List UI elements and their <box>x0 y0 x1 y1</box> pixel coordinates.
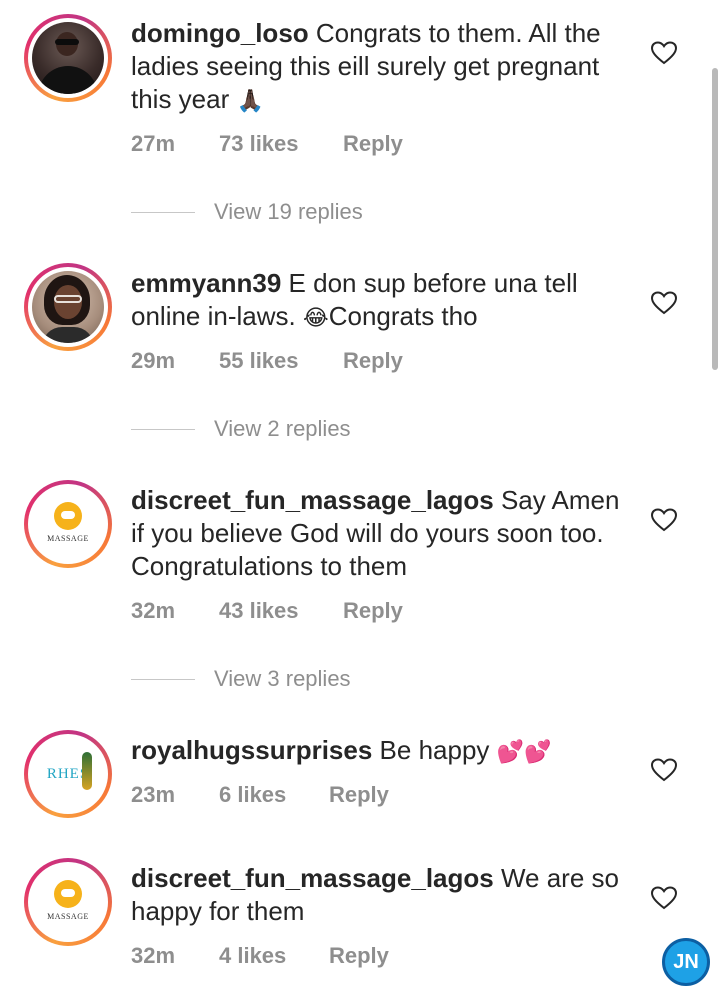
view-replies-button[interactable]: View 3 replies <box>131 666 351 692</box>
avatar[interactable] <box>24 14 112 102</box>
reply-button[interactable]: Reply <box>343 131 403 157</box>
comment-time: 29m <box>131 348 176 373</box>
comment-username[interactable]: royalhugssurprises <box>131 735 372 765</box>
comment-time: 32m <box>131 943 176 968</box>
praying-hands-emoji: 🙏🏿 <box>236 89 264 114</box>
comment-text: emmyann39 E don sup before una tell onli… <box>131 267 611 335</box>
avatar-caption: MASSAGE <box>47 911 89 921</box>
avatar[interactable] <box>24 263 112 351</box>
comment-username[interactable]: discreet_fun_massage_lagos <box>131 485 494 515</box>
comment-time: 27m <box>131 131 176 156</box>
comment-meta: 29m 55 likes Reply <box>131 348 403 374</box>
reply-button[interactable]: Reply <box>343 348 403 374</box>
two-hearts-emoji: 💕💕 <box>496 740 552 765</box>
comment-body: Be happy <box>379 735 490 765</box>
comment-meta: 27m 73 likes Reply <box>131 131 403 157</box>
massage-logo-icon <box>54 879 82 908</box>
comment-likes[interactable]: 73 likes <box>219 131 343 157</box>
comment-meta: 23m 6 likes Reply <box>131 782 389 808</box>
comment-meta: 32m 4 likes Reply <box>131 943 389 969</box>
divider <box>131 211 195 213</box>
like-heart-icon[interactable] <box>651 508 677 532</box>
comment-likes[interactable]: 6 likes <box>219 782 329 808</box>
view-replies-label: View 2 replies <box>214 416 351 441</box>
comments-screen: domingo_loso Congrats to them. All the l… <box>0 0 720 995</box>
comment-likes[interactable]: 43 likes <box>219 598 343 624</box>
massage-logo-icon <box>54 501 82 530</box>
view-replies-label: View 19 replies <box>214 199 363 224</box>
comment-meta: 32m 43 likes Reply <box>131 598 403 624</box>
view-replies-label: View 3 replies <box>214 666 351 691</box>
comment-username[interactable]: domingo_loso <box>131 18 309 48</box>
view-replies-button[interactable]: View 2 replies <box>131 416 351 442</box>
rhes-logo-icon <box>82 752 92 790</box>
avatar[interactable]: MASSAGE <box>24 858 112 946</box>
like-heart-icon[interactable] <box>651 291 677 315</box>
comment-text: discreet_fun_massage_lagos We are so hap… <box>131 862 631 928</box>
comment-body-continued: Congrats tho <box>328 301 478 331</box>
scrollbar[interactable] <box>712 68 718 370</box>
watermark-text: JN <box>673 950 699 973</box>
divider <box>131 428 195 430</box>
jn-watermark-logo: JN <box>662 938 710 986</box>
comment-username[interactable]: discreet_fun_massage_lagos <box>131 863 494 893</box>
reply-button[interactable]: Reply <box>329 782 389 808</box>
like-heart-icon[interactable] <box>651 41 677 65</box>
comment-likes[interactable]: 55 likes <box>219 348 343 374</box>
like-heart-icon[interactable] <box>651 758 677 782</box>
avatar[interactable]: RHES <box>24 730 112 818</box>
comment-time: 23m <box>131 782 176 807</box>
comment-text: discreet_fun_massage_lagos Say Amen if y… <box>131 484 631 583</box>
comment-time: 32m <box>131 598 176 623</box>
avatar-caption: MASSAGE <box>47 533 89 543</box>
avatar[interactable]: MASSAGE <box>24 480 112 568</box>
comment-username[interactable]: emmyann39 <box>131 268 281 298</box>
reply-button[interactable]: Reply <box>329 943 389 969</box>
divider <box>131 678 195 680</box>
comment-text: domingo_loso Congrats to them. All the l… <box>131 17 631 118</box>
view-replies-button[interactable]: View 19 replies <box>131 199 363 225</box>
like-heart-icon[interactable] <box>651 886 677 910</box>
comment-likes[interactable]: 4 likes <box>219 943 329 969</box>
laughing-emoji: 😂 <box>302 306 329 331</box>
comment-text: royalhugssurprises Be happy 💕💕 <box>131 734 631 769</box>
reply-button[interactable]: Reply <box>343 598 403 624</box>
